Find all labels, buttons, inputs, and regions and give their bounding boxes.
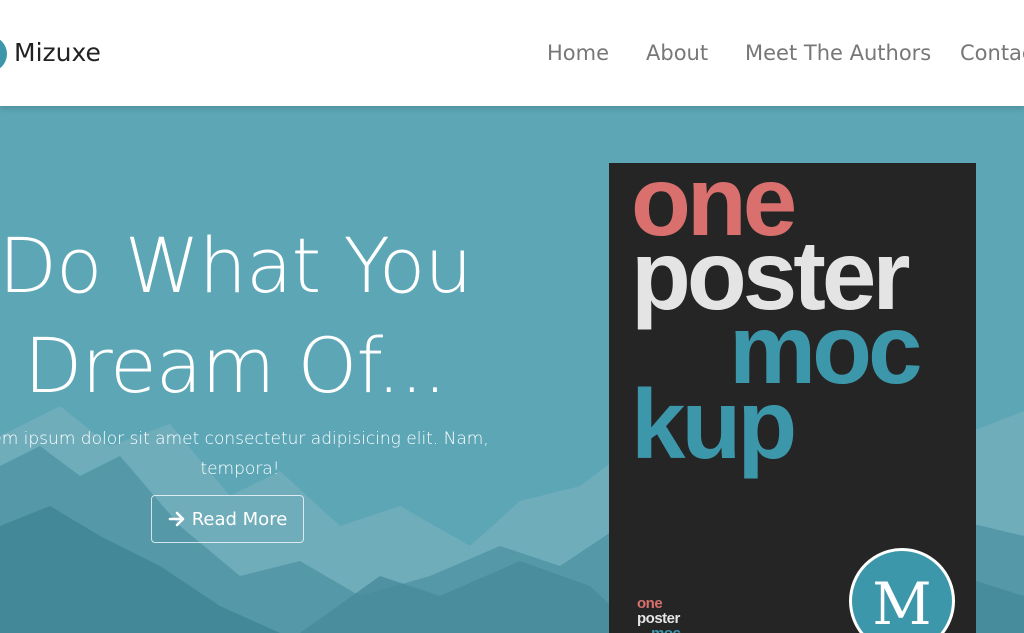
nav-home[interactable]: Home (547, 41, 609, 65)
poster-word-kup: kup (631, 369, 797, 479)
hero-title: Do What You Dream Of... (0, 216, 500, 416)
poster-mini-one: one (637, 595, 663, 612)
badge-letter: M (872, 570, 932, 633)
poster-mini-moc: moc (651, 626, 681, 633)
nav-contact[interactable]: Contac (960, 41, 1024, 65)
hero-description-line-1: em ipsum dolor sit amet consectetur adip… (0, 429, 489, 449)
nav-meet-the-authors[interactable]: Meet The Authors (745, 41, 931, 65)
hero-description-line-2: tempora! (200, 459, 280, 479)
arrow-right-icon (168, 511, 185, 527)
hero-section: Do What You Dream Of... em ipsum dolor s… (0, 106, 1024, 633)
m-badge-icon: M (849, 548, 955, 633)
hero-title-line-2: Dream Of... (23, 321, 447, 410)
hero-description: em ipsum dolor sit amet consectetur adip… (0, 424, 520, 484)
poster-image: one poster moc kup one poster moc M (609, 163, 976, 633)
nav-about[interactable]: About (646, 41, 708, 65)
hero-title-line-1: Do What You (0, 221, 473, 310)
navbar: Mizuxe Home About Meet The Authors Conta… (0, 0, 1024, 106)
brand-name[interactable]: Mizuxe (14, 38, 101, 67)
poster-mini-poster: poster (637, 610, 680, 627)
read-more-label: Read More (191, 508, 288, 530)
read-more-button[interactable]: Read More (151, 495, 304, 543)
circle-logo-icon (0, 36, 7, 72)
